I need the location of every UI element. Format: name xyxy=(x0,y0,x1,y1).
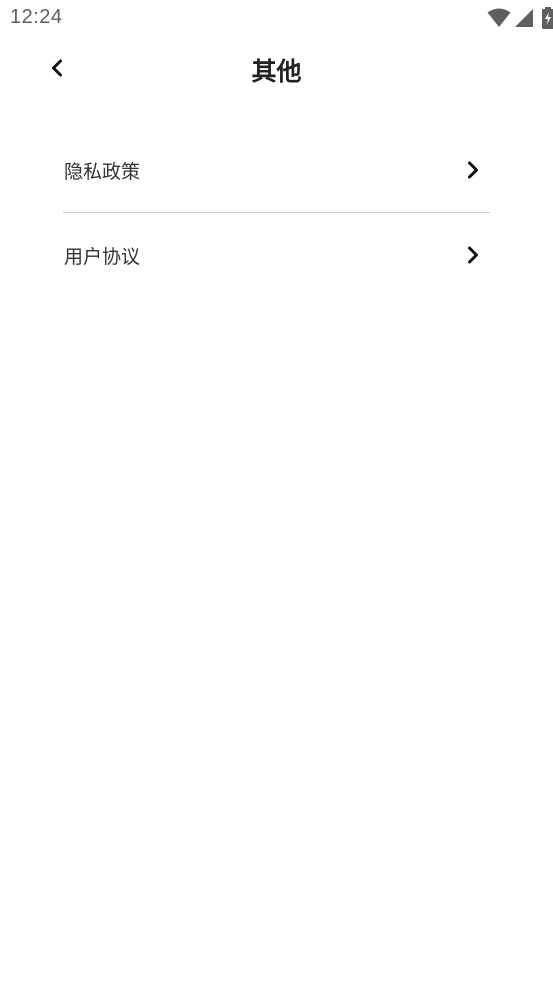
user-agreement-item[interactable]: 用户协议 xyxy=(63,213,490,297)
wifi-icon xyxy=(487,8,511,28)
user-agreement-label: 用户协议 xyxy=(64,245,141,268)
battery-charging-icon xyxy=(541,7,553,29)
privacy-policy-label: 隐私政策 xyxy=(64,160,141,183)
settings-menu-list: 隐私政策 用户协议 xyxy=(63,128,490,297)
cellular-signal-icon xyxy=(515,8,533,28)
chevron-right-icon xyxy=(464,245,482,265)
chevron-right-icon xyxy=(464,160,482,180)
status-bar: 12:24 xyxy=(0,0,553,38)
header: 其他 xyxy=(0,38,553,102)
privacy-policy-item[interactable]: 隐私政策 xyxy=(63,128,490,212)
status-time: 12:24 xyxy=(10,6,63,28)
status-icons xyxy=(487,7,553,29)
page-title: 其他 xyxy=(251,57,302,86)
